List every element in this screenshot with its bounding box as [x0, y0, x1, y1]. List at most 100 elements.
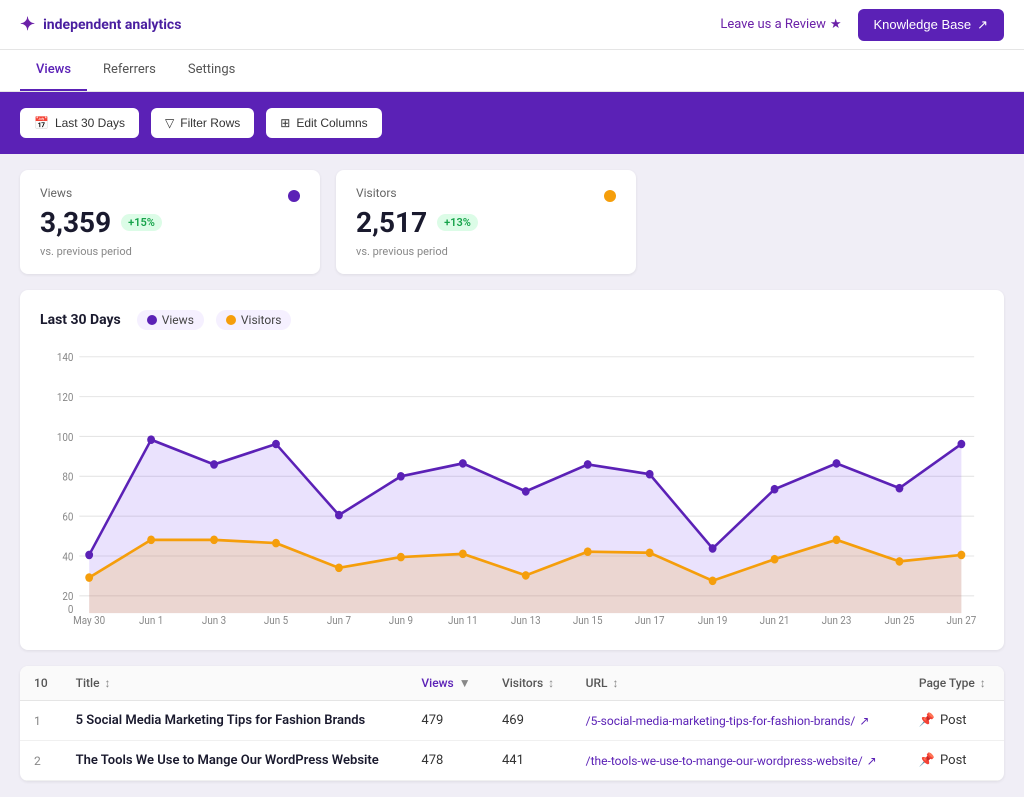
- views-dot: [288, 190, 300, 202]
- views-label: Views: [40, 186, 72, 200]
- row-url-1[interactable]: /5-social-media-marketing-tips-for-fashi…: [572, 701, 905, 741]
- views-dot-7: [522, 487, 530, 496]
- views-dot-6: [459, 459, 467, 468]
- views-dot-2: [210, 460, 218, 469]
- col-page-type[interactable]: Page Type ↕: [905, 666, 1004, 701]
- col-views[interactable]: Views ▼: [407, 666, 488, 701]
- row-page-type-1: 📌 Post: [905, 701, 1004, 741]
- filter-icon: ▽: [165, 116, 174, 130]
- legend-visitors-dot: [226, 315, 236, 325]
- visitors-dot-13: [896, 557, 904, 566]
- visitors-dot-5: [397, 553, 405, 562]
- col-title[interactable]: Title ↕: [62, 666, 408, 701]
- page-type-label: Post: [940, 713, 967, 728]
- edit-columns-button[interactable]: ⊞ Edit Columns: [266, 108, 381, 138]
- views-dot-10: [709, 544, 717, 553]
- legend-visitors: Visitors: [216, 310, 292, 330]
- pin-icon: 📌: [919, 753, 935, 768]
- svg-text:Jun 25: Jun 25: [885, 613, 915, 626]
- svg-text:May 30: May 30: [73, 613, 105, 626]
- title-sort-icon: ↕: [104, 676, 110, 690]
- svg-text:Jun 17: Jun 17: [635, 613, 665, 626]
- legend-views-dot: [147, 315, 157, 325]
- nav-item-settings[interactable]: Settings: [172, 50, 251, 91]
- visitors-dot-10: [709, 576, 717, 585]
- chart-card: Last 30 Days Views Visitors: [20, 290, 1004, 650]
- col-url[interactable]: URL ↕: [572, 666, 905, 701]
- content: Views 3,359 +15% vs. previous period Vis…: [0, 154, 1024, 797]
- nav-item-views[interactable]: Views: [20, 50, 87, 91]
- views-value: 3,359 +15%: [40, 206, 300, 239]
- col-visitors[interactable]: Visitors ↕: [488, 666, 572, 701]
- logo-icon: ✦: [20, 14, 35, 35]
- views-sort-icon: ▼: [459, 676, 471, 690]
- row-num-2: 2: [20, 741, 62, 781]
- views-dot-3: [272, 440, 280, 449]
- views-badge: +15%: [121, 214, 162, 231]
- row-title-1: 5 Social Media Marketing Tips for Fashio…: [62, 701, 408, 741]
- knowledge-base-button[interactable]: Knowledge Base ↗: [858, 9, 1004, 41]
- svg-text:Jun 3: Jun 3: [202, 613, 226, 626]
- table-card: 10 Title ↕ Views ▼ Visitors ↕ URL ↕: [20, 666, 1004, 781]
- visitors-dot-14: [957, 551, 965, 560]
- visitors-dot-0: [85, 573, 93, 582]
- visitors-dot-8: [584, 547, 592, 556]
- row-title-2: The Tools We Use to Mange Our WordPress …: [62, 741, 408, 781]
- views-dot-5: [397, 472, 405, 481]
- logo: ✦ independent analytics: [20, 14, 181, 35]
- nav-item-referrers[interactable]: Referrers: [87, 50, 172, 91]
- visitors-dot-4: [335, 564, 343, 573]
- views-dot-4: [335, 511, 343, 520]
- visitors-stat-card: Visitors 2,517 +13% vs. previous period: [336, 170, 636, 274]
- columns-icon: ⊞: [280, 116, 290, 130]
- svg-text:Jun 9: Jun 9: [389, 613, 413, 626]
- chart-title: Last 30 Days: [40, 312, 121, 328]
- svg-text:Jun 11: Jun 11: [448, 613, 478, 626]
- visitors-dot-3: [272, 539, 280, 548]
- visitors-dot-6: [459, 550, 467, 559]
- review-link[interactable]: Leave us a Review ★: [720, 17, 841, 32]
- app-name: independent analytics: [43, 17, 181, 33]
- views-dot-11: [771, 485, 779, 494]
- svg-text:120: 120: [57, 390, 74, 404]
- filter-rows-button[interactable]: ▽ Filter Rows: [151, 108, 254, 138]
- col-num: 10: [20, 666, 62, 701]
- svg-text:100: 100: [57, 430, 74, 444]
- row-visitors-1: 469: [488, 701, 572, 741]
- visitors-label: Visitors: [356, 186, 397, 200]
- svg-text:80: 80: [62, 470, 73, 484]
- date-range-button[interactable]: 📅 Last 30 Days: [20, 108, 139, 138]
- views-dot-13: [896, 484, 904, 493]
- header: ✦ independent analytics Leave us a Revie…: [0, 0, 1024, 50]
- row-url-2[interactable]: /the-tools-we-use-to-mange-our-wordpress…: [572, 741, 905, 781]
- visitors-stat-header: Visitors: [356, 186, 616, 206]
- visitors-badge: +13%: [437, 214, 478, 231]
- visitors-value: 2,517 +13%: [356, 206, 616, 239]
- views-dot-12: [833, 459, 841, 468]
- visitors-vs: vs. previous period: [356, 245, 616, 258]
- row-count: 10: [34, 676, 48, 690]
- row-views-1: 479: [407, 701, 488, 741]
- visitors-dot-11: [771, 555, 779, 564]
- stats-row: Views 3,359 +15% vs. previous period Vis…: [20, 170, 1004, 274]
- edit-columns-label: Edit Columns: [296, 116, 367, 130]
- visitors-dot-9: [646, 548, 654, 557]
- views-dot-1: [147, 435, 155, 444]
- table-row: 2 The Tools We Use to Mange Our WordPres…: [20, 741, 1004, 781]
- row-num-1: 1: [20, 701, 62, 741]
- views-dot-9: [646, 470, 654, 479]
- svg-text:Jun 27: Jun 27: [947, 613, 977, 626]
- svg-text:Jun 7: Jun 7: [327, 613, 351, 626]
- visitors-dot-7: [522, 571, 530, 580]
- visitors-sort-icon: ↕: [548, 676, 554, 690]
- chart-legend: Views Visitors: [137, 310, 292, 330]
- legend-views-label: Views: [162, 313, 194, 327]
- svg-text:Jun 13: Jun 13: [511, 613, 541, 626]
- svg-text:Jun 19: Jun 19: [698, 613, 728, 626]
- legend-views: Views: [137, 310, 204, 330]
- visitors-dot-12: [833, 536, 841, 545]
- svg-text:Jun 5: Jun 5: [264, 613, 288, 626]
- chart-header: Last 30 Days Views Visitors: [40, 310, 984, 330]
- filter-label: Filter Rows: [180, 116, 240, 130]
- review-label: Leave us a Review: [720, 17, 826, 32]
